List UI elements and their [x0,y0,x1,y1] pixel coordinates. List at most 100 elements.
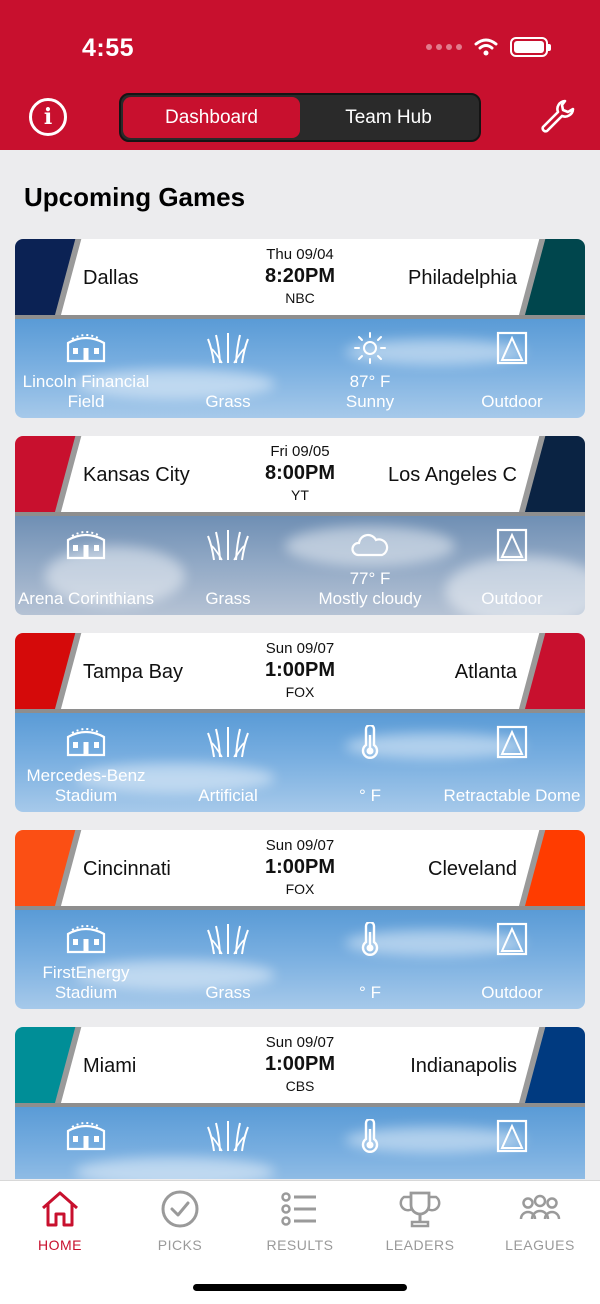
game-card[interactable]: Cincinnati Sun 09/07 1:00PM FOX Clevelan… [15,830,585,1009]
roof-info: Retractable Dome [441,713,583,812]
surface-type: Grass [205,392,251,411]
surface-type: Grass [205,589,251,608]
tab-dashboard[interactable]: Dashboard [123,97,300,138]
info-icon: i [43,104,53,130]
away-team-name: Indianapolis [410,1055,517,1077]
game-network: FOX [285,684,315,700]
roof-icon [490,725,534,759]
roof-icon [490,922,534,956]
away-team-name: Cleveland [428,858,517,880]
home-team-name: Cincinnati [83,858,171,880]
weather-temp: 77° F [349,569,391,588]
away-team-name: Philadelphia [408,267,517,289]
venue-info: Mercedes-Benz Stadium [15,713,157,812]
game-time: 1:00PM [264,856,336,878]
game-network: CBS [285,1078,315,1094]
game-network: NBC [285,290,315,306]
weather-temp: 87° F [349,372,391,391]
grass-icon [206,922,250,956]
weather-desc: Mostly cloudy [318,589,422,608]
game-date: Sun 09/07 [265,640,335,657]
roof-info: Outdoor [441,910,583,1009]
list-icon [281,1192,316,1226]
trophy-icon [399,1191,441,1228]
game-card[interactable]: Tampa Bay Sun 09/07 1:00PM FOX Atlanta M… [15,633,585,812]
group-icon [519,1194,561,1220]
stadium-icon [64,922,108,956]
surface-type: Artificial [198,786,258,805]
thermometer-icon [348,1117,392,1153]
home-team-name: Miami [83,1055,137,1077]
matchup-bar: Dallas Thu 09/04 8:20PM NBC Philadelphia [15,239,585,316]
thermometer-icon [348,723,392,759]
roof-info: Outdoor [441,319,583,418]
matchup-bar: Tampa Bay Sun 09/07 1:00PM FOX Atlanta [15,633,585,710]
game-date: Thu 09/04 [266,246,334,263]
game-conditions: FirstEnergy Stadium Grass ° F Outdoor [15,910,585,1009]
grass-icon [206,331,250,365]
signal-icon [426,44,462,50]
matchup-bar: Miami Sun 09/07 1:00PM CBS Indianapolis [15,1027,585,1104]
weather-text: ° F [299,983,441,1003]
roof-icon [490,331,534,365]
venue-name: Arena Corinthians [17,589,155,608]
stadium-icon [64,331,108,365]
weather-info: ° F [299,1107,441,1179]
game-date: Sun 09/07 [265,1034,335,1051]
thermometer-icon [348,920,392,956]
weather-info: 77° F Mostly cloudy [299,516,441,615]
away-team-name: Atlanta [454,661,517,683]
game-conditions: Lincoln Financial Field Grass 87° F Sunn… [15,319,585,418]
roof-info: Outdoor [441,516,583,615]
venue-name: Lincoln Financial Field [22,372,150,411]
grass-icon [206,725,250,759]
sun-icon [348,331,392,365]
tab-home-label: HOME [38,1237,82,1253]
tab-results[interactable]: RESULTS [240,1189,360,1259]
tab-leaders[interactable]: LEADERS [360,1189,480,1259]
surface-info: Grass [157,910,299,1009]
battery-icon [510,37,551,57]
tab-picks[interactable]: PICKS [120,1189,240,1259]
tab-team-hub[interactable]: Team Hub [300,97,477,138]
tab-picks-label: PICKS [157,1237,203,1253]
app-header: 4:55 i Dashboard Team Hub [0,0,600,150]
stadium-icon [64,725,108,759]
games-list: Dallas Thu 09/04 8:20PM NBC Philadelphia… [15,239,585,1179]
info-button[interactable]: i [29,98,67,136]
game-info: Sun 09/07 1:00PM FOX [200,836,400,898]
game-time: 1:00PM [264,659,336,681]
game-card[interactable]: Dallas Thu 09/04 8:20PM NBC Philadelphia… [15,239,585,418]
roof-type: Outdoor [481,589,543,608]
game-info: Sun 09/07 1:00PM CBS [200,1033,400,1095]
game-date: Sun 09/07 [265,837,335,854]
status-icons [426,37,551,57]
tab-leagues[interactable]: LEAGUES [480,1189,600,1259]
venue-info: Lincoln Financial Field [15,319,157,418]
roof-type: Retractable Dome [443,786,581,805]
roof-icon [490,1119,534,1153]
stadium-icon [64,1119,108,1153]
home-team-name: Tampa Bay [83,661,184,683]
game-card[interactable]: Miami Sun 09/07 1:00PM CBS Indianapolis … [15,1027,585,1179]
surface-info: Grass [157,516,299,615]
game-info: Sun 09/07 1:00PM FOX [200,639,400,701]
venue-name: FirstEnergy Stadium [42,963,130,1002]
tab-leaders-label: LEADERS [385,1237,455,1253]
game-card[interactable]: Kansas City Fri 09/05 8:00PM YT Los Ange… [15,436,585,615]
roof-type: Outdoor [481,983,543,1002]
away-team-name: Los Angeles C [388,464,517,486]
matchup-bar: Cincinnati Sun 09/07 1:00PM FOX Clevelan… [15,830,585,907]
game-date: Fri 09/05 [270,443,330,460]
check-circle-icon [161,1190,199,1228]
tab-home[interactable]: HOME [0,1189,120,1259]
game-conditions: Lucas Oil Artificial ° F Retractable [15,1107,585,1179]
weather-text: 87° F Sunny [299,372,441,412]
game-network: YT [291,487,309,503]
tab-leagues-label: LEAGUES [505,1237,575,1253]
wrench-icon[interactable] [538,97,576,135]
venue-name: Mercedes-Benz Stadium [26,766,146,805]
cloud-icon [348,528,392,562]
surface-type: Grass [205,983,251,1002]
weather-text: ° F [299,786,441,806]
